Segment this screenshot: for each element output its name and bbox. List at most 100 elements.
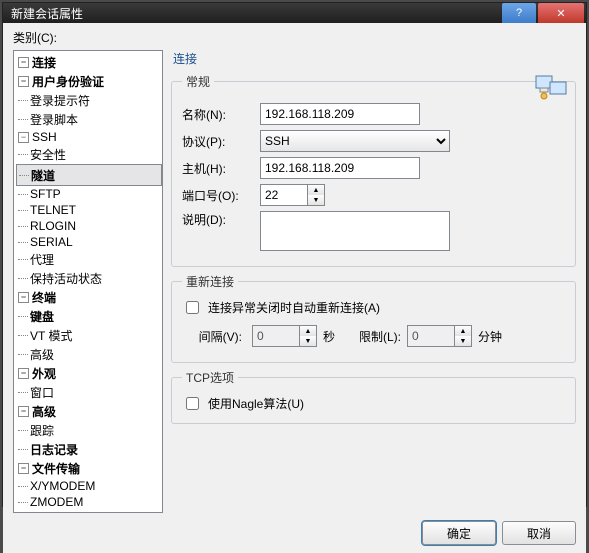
port-input[interactable] [260,184,308,206]
reconnect-group: 重新连接 连接异常关闭时自动重新连接(A) 间隔(V): ▲▼ 秒 限制(L): [171,273,576,363]
seconds-label: 秒 [323,328,335,345]
tree-item-label: 键盘 [30,308,54,325]
tree-item[interactable]: 隧道 [16,164,162,186]
tree-item[interactable]: 窗口 [16,383,162,402]
tcp-legend: TCP选项 [182,369,238,386]
tree-item[interactable]: 登录提示符 [16,91,162,110]
tree-item[interactable]: 键盘 [16,307,162,326]
tree-item-label: VT 模式 [30,327,72,344]
spin-down-icon[interactable]: ▼ [308,195,324,205]
port-label: 端口号(O): [182,187,260,204]
spin-up-icon[interactable]: ▲ [455,326,471,336]
tree-item[interactable]: −SSH [16,129,162,145]
connection-icon [534,72,570,107]
tree-item-label: 外观 [32,365,56,382]
tree-item[interactable]: −高级 [16,402,162,421]
tree-item-label: SERIAL [30,235,73,249]
tree-item-label: 日志记录 [30,441,78,458]
tree-item[interactable]: RLOGIN [16,218,162,234]
tree-item[interactable]: 代理 [16,250,162,269]
interval-spinner[interactable]: ▲▼ [252,325,317,347]
nagle-checkbox[interactable] [186,397,199,410]
spin-up-icon[interactable]: ▲ [308,185,324,195]
tree-item-label: 终端 [32,289,56,306]
tree-item-label: SFTP [30,187,61,201]
tree-item[interactable]: −用户身份验证 [16,72,162,91]
expand-icon[interactable]: − [18,406,29,417]
reconnect-legend: 重新连接 [182,273,238,290]
tree-item-label: 用户身份验证 [32,73,104,90]
window-title: 新建会话属性 [3,5,502,22]
general-group: 常规 名称(N): 协议(P): SSH [171,73,576,267]
titlebar[interactable]: 新建会话属性 ? ✕ [3,3,586,23]
category-tree[interactable]: −连接−用户身份验证登录提示符登录脚本−SSH安全性隧道SFTPTELNETRL… [13,50,163,513]
port-spinner[interactable]: ▲▼ [260,184,325,206]
panel-title: 连接 [171,50,576,67]
cancel-button[interactable]: 取消 [502,521,576,545]
auto-reconnect-label: 连接异常关闭时自动重新连接(A) [208,299,380,316]
tree-item[interactable]: SFTP [16,186,162,202]
help-button[interactable]: ? [502,3,536,23]
limit-spinner[interactable]: ▲▼ [407,325,472,347]
tree-item-label: RLOGIN [30,219,76,233]
tree-item[interactable]: 保持活动状态 [16,269,162,288]
tree-item-label: 连接 [32,54,56,71]
tree-item-label: TELNET [30,203,76,217]
tree-item[interactable]: 高级 [16,345,162,364]
tree-item[interactable]: 跟踪 [16,421,162,440]
ok-button[interactable]: 确定 [422,521,496,545]
tree-item[interactable]: −外观 [16,364,162,383]
name-label: 名称(N): [182,106,260,123]
protocol-label: 协议(P): [182,133,260,150]
expand-icon[interactable]: − [18,368,29,379]
tree-item-label: 登录脚本 [30,111,78,128]
tree-item-label: 高级 [30,346,54,363]
category-label: 类别(C): [13,29,576,46]
tree-item-label: ZMODEM [30,495,83,509]
tree-item[interactable]: −终端 [16,288,162,307]
tree-item[interactable]: X/YMODEM [16,478,162,494]
tree-item[interactable]: ZMODEM [16,494,162,510]
tree-item[interactable]: TELNET [16,202,162,218]
expand-icon[interactable]: − [18,132,29,143]
main-panel: 连接 常规 名称(N): 协议(P): SSH [171,50,576,513]
tree-item-label: 隧道 [31,167,55,184]
close-button[interactable]: ✕ [538,3,584,23]
tree-item-label: 代理 [30,251,54,268]
limit-label: 限制(L): [351,328,401,345]
tree-item-label: 窗口 [30,384,54,401]
desc-label: 说明(D): [182,211,260,228]
dialog-window: 新建会话属性 ? ✕ 类别(C): −连接−用户身份验证登录提示符登录脚本−SS… [2,2,587,507]
tree-item[interactable]: −文件传输 [16,459,162,478]
tree-item-label: 文件传输 [32,460,80,477]
spin-down-icon[interactable]: ▼ [300,336,316,346]
desc-input[interactable] [260,211,450,251]
nagle-label: 使用Nagle算法(U) [208,395,304,412]
host-label: 主机(H): [182,160,260,177]
expand-icon[interactable]: − [18,76,29,87]
tree-item-label: SSH [32,130,57,144]
expand-icon[interactable]: − [18,463,29,474]
button-bar: 确定 取消 [13,513,576,545]
tree-item[interactable]: −连接 [16,53,162,72]
tree-item[interactable]: 安全性 [16,145,162,164]
host-input[interactable] [260,157,420,179]
name-input[interactable] [260,103,420,125]
spin-up-icon[interactable]: ▲ [300,326,316,336]
limit-input[interactable] [407,325,455,347]
tree-item[interactable]: SERIAL [16,234,162,250]
protocol-select[interactable]: SSH [260,130,450,152]
tree-item[interactable]: VT 模式 [16,326,162,345]
expand-icon[interactable]: − [18,292,29,303]
tree-item-label: 安全性 [30,146,66,163]
spin-down-icon[interactable]: ▼ [455,336,471,346]
minutes-label: 分钟 [478,328,502,345]
auto-reconnect-checkbox[interactable] [186,301,199,314]
expand-icon[interactable]: − [18,57,29,68]
interval-input[interactable] [252,325,300,347]
tree-item[interactable]: 登录脚本 [16,110,162,129]
tree-item-label: 保持活动状态 [30,270,102,287]
tree-item-label: 登录提示符 [30,92,90,109]
tree-item-label: X/YMODEM [30,479,95,493]
tree-item[interactable]: 日志记录 [16,440,162,459]
